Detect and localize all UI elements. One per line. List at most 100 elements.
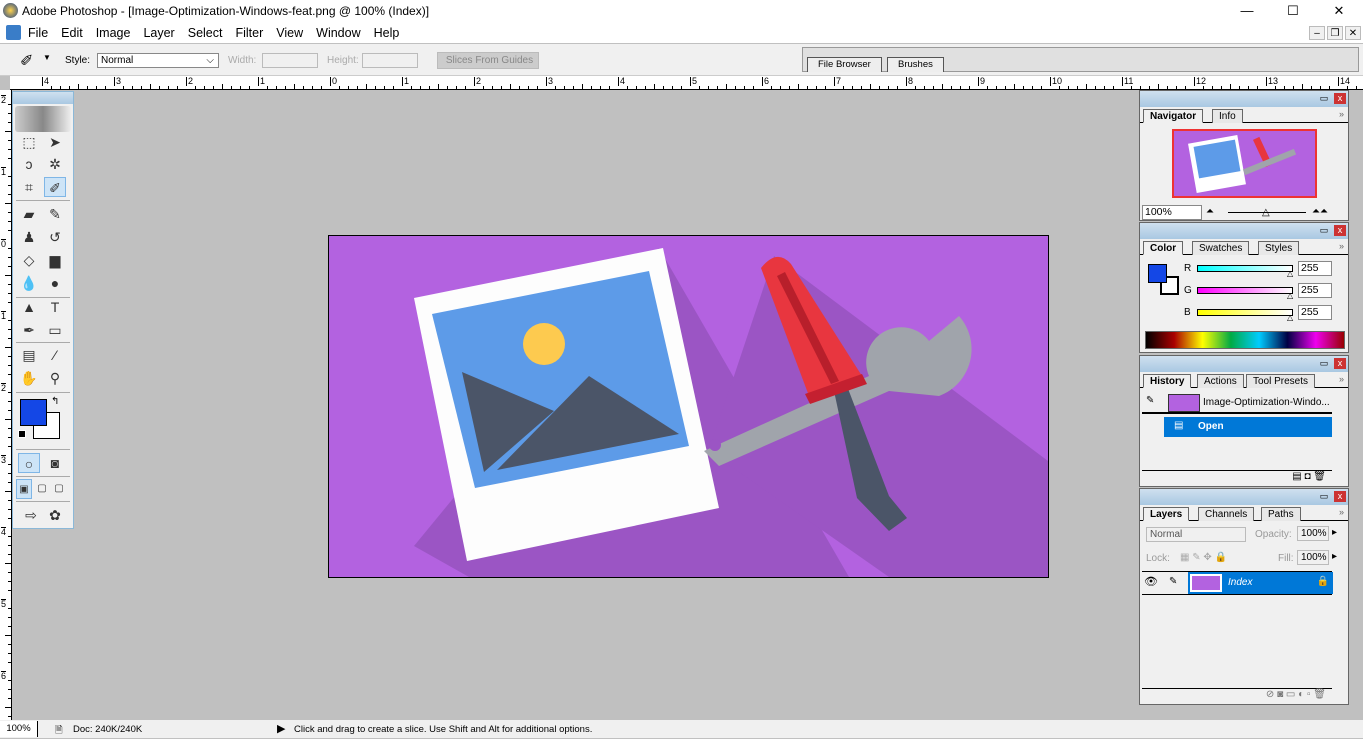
adjustment-layer-icon[interactable]: ◐ [1298, 689, 1307, 700]
magic-wand-tool[interactable]: ✲ [44, 154, 66, 174]
minimize-button[interactable]: — [1224, 0, 1270, 22]
color-spectrum-bar[interactable] [1145, 331, 1345, 349]
imageready-icon[interactable]: ✿ [44, 505, 66, 525]
new-document-icon[interactable]: ▤ [1292, 471, 1304, 482]
doc-minimize-button[interactable]: – [1309, 26, 1325, 40]
tab-navigator[interactable]: Navigator [1143, 109, 1204, 123]
new-set-icon[interactable]: ▭ [1286, 689, 1298, 700]
panel-menu-icon[interactable]: » [1339, 241, 1344, 251]
close-panel-icon[interactable]: x [1334, 93, 1346, 104]
minimize-panel-icon[interactable]: ▭ [1318, 358, 1330, 369]
layer-row[interactable]: 👁 ✎ Index 🔒 [1142, 571, 1333, 595]
history-snapshot[interactable]: ✎ Image-Optimization-Windo... [1142, 392, 1332, 414]
slider-handle[interactable]: △ [1287, 291, 1293, 300]
full-screen-menu-button[interactable]: ▢ [34, 479, 50, 499]
maximize-button[interactable]: ☐ [1270, 0, 1316, 22]
panel-menu-icon[interactable]: » [1339, 507, 1344, 517]
marquee-tool[interactable]: ⬚ [18, 132, 40, 152]
photoshop-logo[interactable] [15, 106, 71, 132]
swap-colors-icon[interactable]: ↰ [51, 396, 59, 407]
panel-menu-icon[interactable]: » [1339, 374, 1344, 384]
type-tool[interactable]: T [44, 297, 66, 317]
full-screen-button[interactable]: ▢ [51, 479, 67, 499]
slice-icon[interactable]: ✐ [20, 51, 33, 71]
channel-slider[interactable] [1197, 265, 1293, 272]
trash-icon[interactable]: 🗑 [1313, 689, 1326, 700]
move-tool[interactable]: ➤ [44, 132, 66, 152]
close-panel-icon[interactable]: x [1334, 225, 1346, 236]
slider-handle[interactable]: △ [1287, 269, 1293, 278]
menu-help[interactable]: Help [374, 26, 400, 40]
status-menu-arrow-icon[interactable]: ▶ [277, 722, 285, 735]
fill-arrow-icon[interactable]: ▸ [1332, 551, 1337, 562]
menu-view[interactable]: View [276, 26, 303, 40]
channel-slider[interactable] [1197, 287, 1293, 294]
pen-tool[interactable]: ✒ [18, 320, 40, 340]
zoom-out-icon[interactable]: ⏶ [1206, 206, 1214, 217]
trash-icon[interactable]: 🗑 [1313, 471, 1326, 482]
foreground-color-swatch[interactable] [1148, 264, 1167, 283]
slice-tool[interactable]: ✐ [44, 177, 66, 197]
menu-file[interactable]: File [28, 26, 48, 40]
jump-to-imageready-icon[interactable]: ⇨ [20, 505, 42, 525]
height-field[interactable] [362, 53, 418, 68]
tab-paths[interactable]: Paths [1261, 507, 1301, 521]
brush-link-icon[interactable]: ✎ [1169, 576, 1177, 587]
tab-file-browser[interactable]: File Browser [807, 57, 882, 72]
slices-from-guides-button[interactable]: Slices From Guides [437, 52, 539, 69]
zoom-slider-handle[interactable]: △ [1262, 207, 1270, 218]
doc-restore-button[interactable]: ❐ [1327, 26, 1343, 40]
zoom-in-icon[interactable]: ⏶⏶ [1312, 206, 1328, 217]
rectangle-tool[interactable]: ▭ [44, 320, 66, 340]
fill-field[interactable]: 100% [1297, 550, 1329, 565]
tab-styles[interactable]: Styles [1258, 241, 1300, 255]
zoom-tool[interactable]: ⚲ [44, 368, 66, 388]
menu-edit[interactable]: Edit [61, 26, 83, 40]
tab-color[interactable]: Color [1143, 241, 1184, 255]
close-button[interactable]: ✕ [1316, 0, 1362, 22]
quick-mask-button[interactable]: ◙ [44, 453, 66, 473]
channel-value-field[interactable]: 255 [1298, 261, 1332, 276]
blend-mode-select[interactable]: Normal [1146, 527, 1246, 542]
menu-window[interactable]: Window [316, 26, 360, 40]
menu-layer[interactable]: Layer [143, 26, 174, 40]
menu-filter[interactable]: Filter [235, 26, 263, 40]
crop-tool[interactable]: ⌗ [18, 177, 40, 197]
blur-tool[interactable]: 💧 [18, 273, 40, 293]
minimize-panel-icon[interactable]: ▭ [1318, 491, 1330, 502]
navigator-thumbnail[interactable] [1172, 129, 1317, 198]
style-select[interactable]: Normal ⌵ [97, 53, 219, 68]
gradient-tool[interactable]: ▆ [44, 250, 66, 270]
tool-preset-chevron-icon[interactable]: ▼ [43, 53, 51, 62]
tab-info[interactable]: Info [1212, 109, 1243, 123]
history-brush-tool[interactable]: ↺ [44, 227, 66, 247]
visibility-eye-icon[interactable]: 👁 [1144, 575, 1158, 588]
tab-swatches[interactable]: Swatches [1192, 241, 1250, 255]
snapshot-icon[interactable]: ◘ [1304, 471, 1313, 482]
document-canvas[interactable] [328, 235, 1049, 578]
panel-menu-icon[interactable]: » [1339, 109, 1344, 119]
navigator-zoom-field[interactable]: 100% [1142, 205, 1202, 220]
mask-icon[interactable]: ◙ [1277, 689, 1286, 700]
standard-mode-button[interactable]: ○ [18, 453, 40, 473]
status-zoom-field[interactable]: 100% [0, 721, 38, 737]
clone-stamp-tool[interactable]: ♟ [18, 227, 40, 247]
tab-actions[interactable]: Actions [1197, 374, 1244, 388]
history-item-open[interactable]: ▤ Open [1164, 417, 1332, 437]
channel-slider[interactable] [1197, 309, 1293, 316]
history-brush-icon[interactable]: ✎ [1146, 395, 1154, 406]
slider-handle[interactable]: △ [1287, 313, 1293, 322]
tab-tool-presets[interactable]: Tool Presets [1246, 374, 1316, 388]
default-colors-icon[interactable] [18, 430, 26, 438]
minimize-panel-icon[interactable]: ▭ [1318, 225, 1330, 236]
channel-value-field[interactable]: 255 [1298, 305, 1332, 320]
eyedropper-tool[interactable]: ⁄ [44, 345, 66, 365]
notes-tool[interactable]: ▤ [18, 345, 40, 365]
tab-channels[interactable]: Channels [1198, 507, 1255, 521]
tab-layers[interactable]: Layers [1143, 507, 1190, 521]
layer-style-icon[interactable]: ⊘ [1266, 689, 1277, 700]
dodge-tool[interactable]: ● [44, 273, 66, 293]
lasso-tool[interactable]: ↄ [18, 154, 40, 174]
channel-value-field[interactable]: 255 [1298, 283, 1332, 298]
path-selection-tool[interactable]: ▲ [18, 297, 40, 317]
